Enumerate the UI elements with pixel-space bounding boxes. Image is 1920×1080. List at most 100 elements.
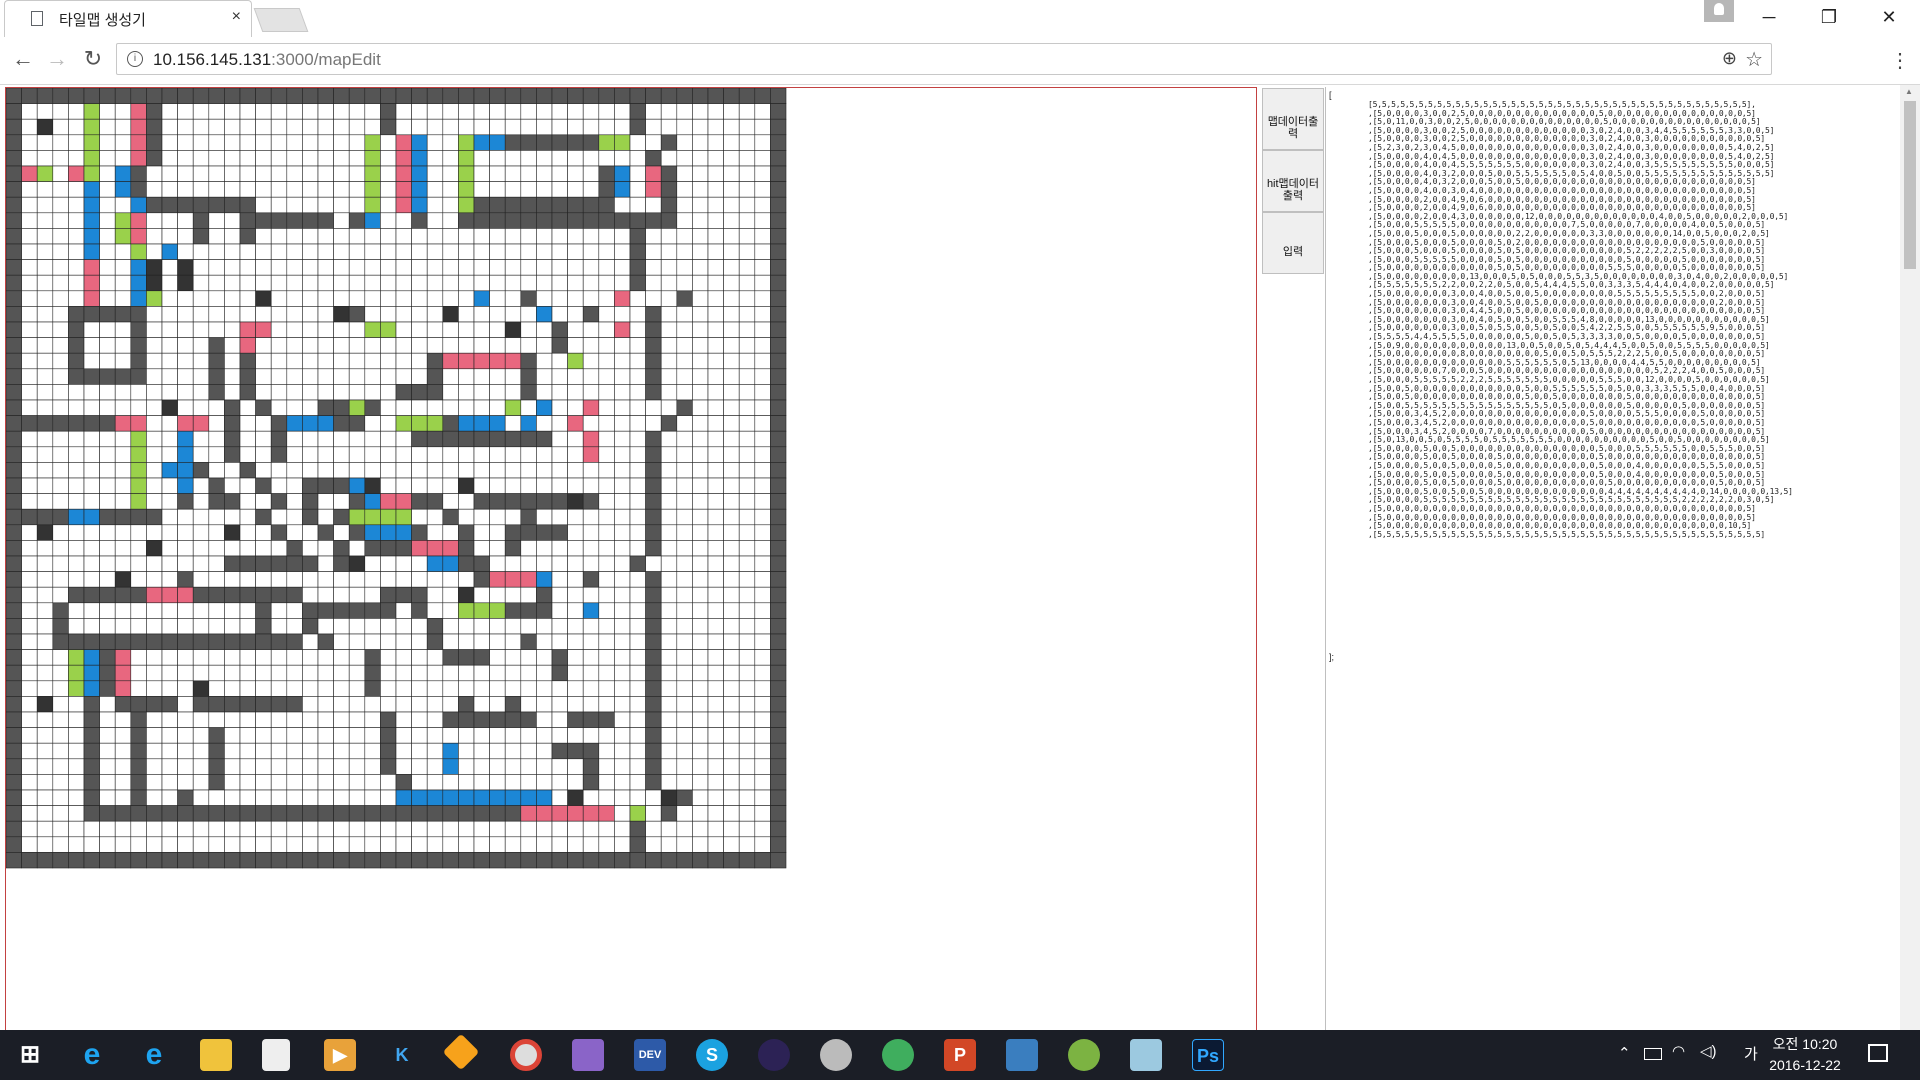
map-tile[interactable] (99, 88, 116, 104)
map-tile[interactable] (458, 165, 475, 182)
map-tile[interactable] (692, 727, 709, 744)
map-tile[interactable] (411, 477, 428, 494)
map-tile[interactable] (473, 664, 490, 682)
map-tile[interactable] (99, 742, 116, 760)
map-tile[interactable] (146, 430, 163, 448)
map-tile[interactable] (738, 243, 756, 260)
map-tile[interactable] (723, 430, 740, 448)
map-tile[interactable] (645, 493, 662, 510)
map-tile[interactable] (770, 477, 787, 494)
map-tile[interactable] (114, 228, 132, 245)
map-tile[interactable] (707, 103, 724, 120)
map-tile[interactable] (239, 181, 256, 198)
map-tile[interactable] (395, 586, 412, 604)
map-tile[interactable] (83, 649, 100, 666)
map-tile[interactable] (598, 118, 615, 136)
map-tile[interactable] (582, 118, 600, 136)
map-tile[interactable] (68, 555, 85, 572)
map-tile[interactable] (520, 399, 537, 416)
map-tile[interactable] (660, 165, 678, 182)
map-tile[interactable] (52, 774, 69, 791)
map-tile[interactable] (68, 540, 85, 557)
map-tile[interactable] (598, 774, 615, 791)
map-tile[interactable] (317, 586, 334, 604)
map-tile[interactable] (99, 462, 116, 479)
map-tile[interactable] (707, 118, 724, 136)
map-tile[interactable] (83, 88, 100, 104)
map-tile[interactable] (302, 649, 319, 666)
map-tile[interactable] (738, 727, 756, 744)
map-tile[interactable] (239, 649, 256, 666)
map-tile[interactable] (614, 88, 631, 104)
map-tile[interactable] (317, 165, 334, 182)
map-tile[interactable] (239, 820, 256, 838)
map-tile[interactable] (629, 649, 646, 666)
map-tile[interactable] (629, 446, 646, 463)
map-tile[interactable] (83, 399, 100, 416)
map-tile[interactable] (270, 88, 288, 104)
map-tile[interactable] (489, 150, 506, 167)
map-tile[interactable] (660, 805, 678, 822)
map-tile[interactable] (660, 836, 678, 853)
map-tile[interactable] (442, 602, 459, 619)
map-tile[interactable] (676, 290, 693, 307)
map-tile[interactable] (270, 789, 288, 806)
map-tile[interactable] (754, 633, 771, 650)
map-tile[interactable] (146, 602, 163, 619)
map-tile[interactable] (6, 664, 22, 682)
map-tile[interactable] (473, 352, 490, 370)
map-tile[interactable] (473, 446, 490, 463)
map-tile[interactable] (473, 290, 490, 307)
map-tile[interactable] (146, 306, 163, 323)
map-tile[interactable] (114, 493, 132, 510)
map-tile[interactable] (676, 399, 693, 416)
map-tile[interactable] (255, 321, 272, 338)
map-tile[interactable] (52, 836, 69, 853)
map-tile[interactable] (707, 228, 724, 245)
map-tile[interactable] (504, 259, 522, 276)
map-tile[interactable] (442, 212, 459, 229)
map-tile[interactable] (629, 212, 646, 229)
map-tile[interactable] (270, 196, 288, 214)
map-tile[interactable] (473, 274, 490, 292)
map-tile[interactable] (6, 88, 22, 104)
map-tile[interactable] (68, 758, 85, 775)
map-tile[interactable] (598, 664, 615, 682)
map-tile[interactable] (598, 150, 615, 167)
map-tile[interactable] (551, 306, 568, 323)
map-tile[interactable] (333, 368, 350, 385)
map-tile[interactable] (692, 103, 709, 120)
map-tile[interactable] (130, 150, 147, 167)
map-tile[interactable] (130, 274, 147, 292)
map-tile[interactable] (707, 165, 724, 182)
map-tile[interactable] (707, 462, 724, 479)
restore-button[interactable]: ❐ (1806, 2, 1852, 32)
map-tile[interactable] (770, 649, 787, 666)
map-tile[interactable] (707, 259, 724, 276)
map-tile[interactable] (83, 571, 100, 588)
map-tile[interactable] (177, 789, 194, 806)
map-tile[interactable] (177, 696, 194, 713)
map-tile[interactable] (723, 555, 740, 572)
map-tile[interactable] (380, 571, 397, 588)
map-tile[interactable] (317, 664, 334, 682)
map-tile[interactable] (567, 290, 584, 307)
map-tile[interactable] (114, 337, 132, 354)
map-tile[interactable] (692, 820, 709, 838)
map-tile[interactable] (426, 228, 444, 245)
map-tile[interactable] (192, 150, 210, 167)
map-tile[interactable] (692, 430, 709, 448)
map-tile[interactable] (161, 571, 178, 588)
map-tile[interactable] (426, 103, 444, 120)
map-tile[interactable] (489, 243, 506, 260)
map-tile[interactable] (692, 540, 709, 557)
map-tile[interactable] (146, 368, 163, 385)
map-tile[interactable] (83, 852, 100, 869)
map-tile[interactable] (723, 836, 740, 853)
map-tile[interactable] (52, 88, 69, 104)
map-tile[interactable] (161, 212, 178, 229)
map-tile[interactable] (458, 477, 475, 494)
map-tile[interactable] (582, 836, 600, 853)
map-tile[interactable] (458, 836, 475, 853)
map-tile[interactable] (723, 259, 740, 276)
